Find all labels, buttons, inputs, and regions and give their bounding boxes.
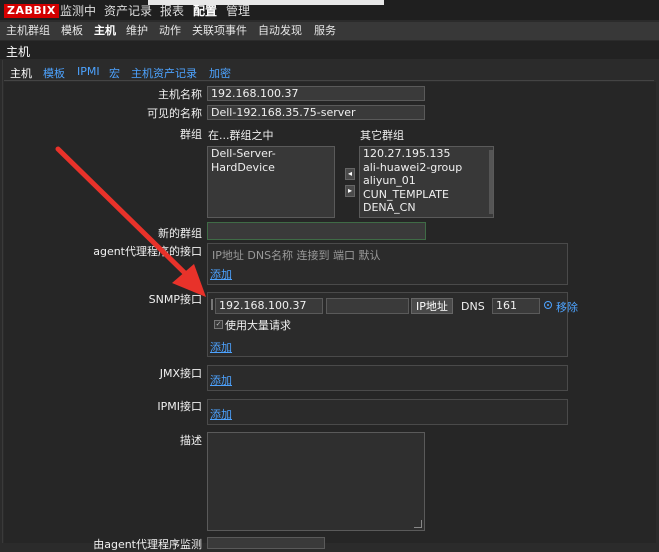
annotation-arrow-icon (55, 146, 206, 297)
